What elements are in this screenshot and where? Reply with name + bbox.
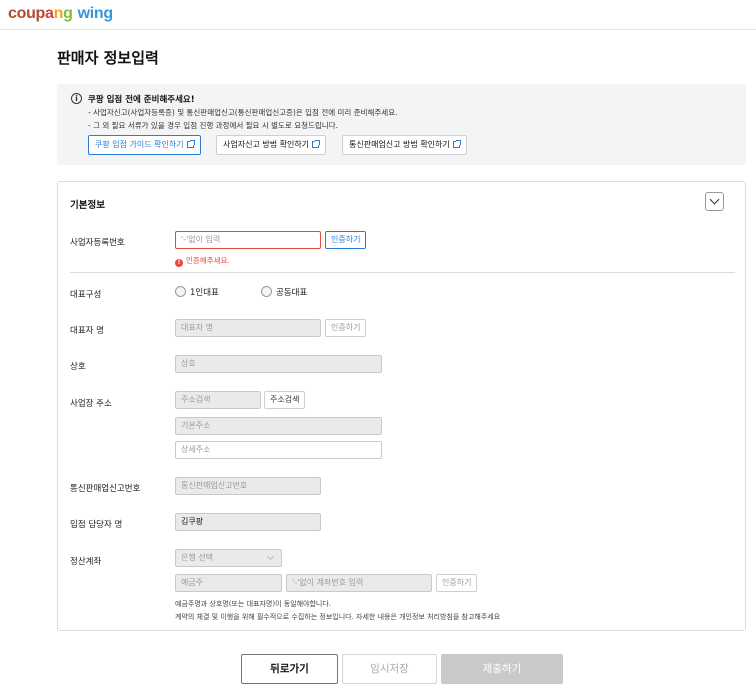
external-link-icon	[452, 140, 461, 148]
ecommerce-label: 통신판매업신고번호	[70, 484, 141, 494]
chevron-down-icon	[266, 552, 275, 561]
account-label: 정산계좌	[70, 557, 102, 567]
logo-text-part1: coup	[8, 5, 46, 22]
business-report-guide-button[interactable]: 사업자신고 방법 확인하기	[216, 135, 327, 155]
address-search-input[interactable]: 주소검색	[175, 391, 261, 409]
logo-wing-text: wing	[77, 5, 114, 22]
basic-info-card: 기본정보 사업자등록번호 '-'없이 입력 인증하기 ! 인증해주세요. 대표구성…	[57, 181, 746, 631]
external-link-icon	[186, 140, 195, 148]
rep-type-label: 대표구성	[70, 290, 102, 300]
rep-name-verify-button[interactable]: 인증하기	[325, 319, 367, 337]
account-holder-input[interactable]: 예금주	[175, 574, 282, 592]
ecommerce-report-guide-label: 통신판매업신고 방법 확인하기	[349, 140, 450, 149]
coupang-wing-logo[interactable]: coupang wing	[8, 5, 113, 23]
coupang-guide-label: 쿠팡 입점 가이드 확인하기	[95, 140, 184, 149]
radio-single-rep[interactable]: 1인대표	[175, 286, 219, 298]
biz-number-error: ! 인증해주세요.	[175, 255, 230, 267]
biz-number-input[interactable]: '-'없이 입력	[175, 231, 321, 249]
address-label: 사업장 주소	[70, 399, 112, 409]
notice-line-1: - 사업자신고(사업자등록증) 및 통신판매업신고(통신판매업신고증)은 입점 …	[88, 108, 398, 117]
rep-name-input[interactable]: 대표자 명	[175, 319, 321, 337]
business-report-guide-label: 사업자신고 방법 확인하기	[223, 140, 310, 149]
biz-number-error-text: 인증해주세요.	[186, 256, 230, 265]
company-label: 상호	[70, 362, 86, 372]
biz-number-verify-button[interactable]: 인증하기	[325, 231, 367, 249]
account-verify-button[interactable]: 인증하기	[436, 574, 478, 592]
radio-single-rep-label: 1인대표	[190, 288, 219, 298]
bank-select[interactable]: 은행 선택	[175, 549, 282, 567]
notice-title: 쿠팡 입점 전에 준비해주세요!	[88, 95, 195, 105]
notice-box: i 쿠팡 입점 전에 준비해주세요! - 사업자신고(사업자등록증) 및 통신판…	[57, 84, 746, 165]
collapse-chevron-button[interactable]	[705, 192, 724, 211]
radio-joint-rep-label: 공동대표	[276, 288, 308, 298]
bank-select-text: 은행 선택	[181, 553, 213, 562]
manager-input[interactable]: 김쿠팡	[175, 513, 321, 531]
coupang-guide-button[interactable]: 쿠팡 입점 가이드 확인하기	[88, 135, 201, 155]
manager-label: 입점 담당자 명	[70, 520, 123, 530]
ecommerce-report-guide-button[interactable]: 통신판매업신고 방법 확인하기	[342, 135, 467, 155]
divider	[70, 272, 735, 273]
info-icon: i	[71, 93, 82, 104]
account-number-input[interactable]: '-'없이 계좌번호 입력	[286, 574, 432, 592]
logo-text-part4: g	[63, 5, 73, 22]
ecommerce-input[interactable]: 통신판매업신고번호	[175, 477, 321, 495]
base-address-input[interactable]: 기본주소	[175, 417, 382, 435]
account-hint-1: 예금주명과 상호명(또는 대표자명)이 동일해야합니다.	[175, 600, 332, 608]
error-icon: !	[175, 259, 183, 267]
logo-text-part2: a	[45, 5, 54, 22]
submit-button[interactable]: 제출하기	[441, 654, 563, 684]
company-input[interactable]: 상호	[175, 355, 382, 373]
detail-address-input[interactable]: 상세주소	[175, 441, 382, 459]
section-title: 기본정보	[70, 200, 105, 211]
biz-number-label: 사업자등록번호	[70, 238, 125, 248]
page-title: 판매자 정보입력	[57, 49, 159, 67]
back-button[interactable]: 뒤로가기	[241, 654, 338, 684]
radio-circle-icon	[261, 286, 272, 297]
external-link-icon	[312, 140, 321, 148]
address-search-button[interactable]: 주소검색	[264, 391, 306, 409]
temp-save-button[interactable]: 임시저장	[342, 654, 437, 684]
top-bar: coupang wing	[0, 0, 756, 30]
rep-name-label: 대표자 명	[70, 326, 104, 336]
radio-joint-rep[interactable]: 공동대표	[261, 286, 307, 298]
notice-line-2: - 그 외 필요 서류가 있을 경우 입점 진행 과정에서 필요 시 별도로 요…	[88, 121, 338, 130]
radio-circle-icon	[175, 286, 186, 297]
logo-text-part3: n	[53, 5, 64, 22]
account-hint-2: 계약의 체결 및 이행을 위해 필수적으로 수집하는 정보입니다. 자세한 내용…	[175, 613, 501, 621]
